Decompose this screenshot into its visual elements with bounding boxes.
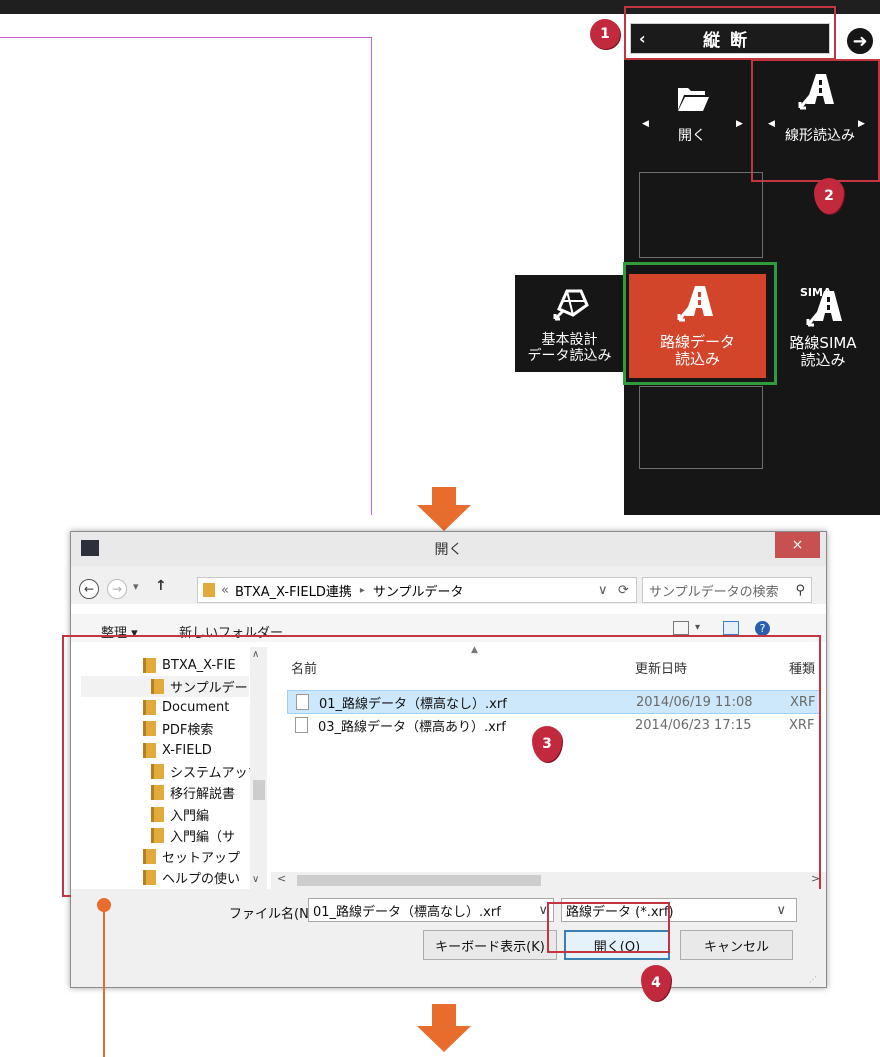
back-arrow-icon[interactable]: ← [79, 579, 99, 599]
highlight-frame-panes [62, 635, 821, 897]
folder-open-icon [678, 88, 709, 111]
callout-dot [97, 898, 111, 912]
forward-arrow-icon[interactable]: → [107, 579, 127, 599]
structure-import-icon [553, 289, 589, 321]
dialog-bottom-bar: ファイル名(N): 01_路線データ（標高なし）.xrf ∨ 路線データ (*.… [71, 889, 826, 987]
resize-grip-icon[interactable]: ⋰ [809, 975, 817, 984]
chevron-down-icon[interactable]: ∨ [776, 903, 786, 918]
route-sima-label-1: 路線SIMA [789, 334, 857, 352]
highlight-frame-step4 [547, 902, 670, 953]
search-icon: ⚲ [795, 582, 805, 598]
flow-arrow-icon [432, 1004, 456, 1026]
view-dropdown-icon[interactable]: ▾ [695, 622, 700, 633]
search-input[interactable]: サンプルデータの検索 ⚲ [642, 577, 812, 603]
preview-pane-icon[interactable] [723, 621, 739, 635]
route-sima-label-2: 読込み [800, 351, 846, 369]
step-badge-1: 1 [590, 19, 620, 49]
drawing-canvas[interactable] [0, 37, 372, 515]
highlight-frame-step1 [624, 6, 836, 60]
empty-slot [639, 386, 763, 469]
filename-label: ファイル名(N): [229, 907, 319, 922]
dialog-title: 開く [434, 542, 463, 558]
flow-arrow-head-icon [417, 505, 471, 531]
road-import-icon [806, 291, 842, 327]
cancel-button[interactable]: キャンセル [680, 930, 793, 960]
open-tile-label: 開く [678, 128, 706, 144]
keyboard-button[interactable]: キーボード表示(K) [423, 930, 557, 960]
filename-input[interactable]: 01_路線データ（標高なし）.xrf ∨ [308, 898, 554, 922]
folder-icon [203, 583, 215, 597]
address-dropdown-icon[interactable]: ∨ [598, 583, 608, 598]
arrow-right-circle-icon[interactable]: ➜ [845, 26, 875, 56]
filename-value: 01_路線データ（標高なし）.xrf [313, 904, 501, 920]
breadcrumb-item-1[interactable]: BTXA_X-FIELD連携 [235, 581, 352, 600]
breadcrumb-separator-icon[interactable]: ▸ [360, 585, 365, 596]
step-badge-4: 4 [641, 965, 671, 1001]
history-dropdown-icon[interactable]: ▾ [133, 580, 139, 593]
address-row: ← → ▾ ↑ « BTXA_X-FIELD連携 ▸ サンプルデータ ∨ ⟳ サ… [71, 566, 826, 604]
empty-slot [639, 172, 763, 258]
basic-design-label-1: 基本設計 [541, 332, 598, 348]
breadcrumb-overflow[interactable]: « [221, 583, 229, 598]
search-placeholder: サンプルデータの検索 [649, 584, 779, 600]
address-bar[interactable]: « BTXA_X-FIELD連携 ▸ サンプルデータ ∨ ⟳ [197, 577, 637, 603]
close-button[interactable]: × [775, 532, 820, 558]
route-sima-import-tile[interactable]: SIMA 路線SIMA 読込み [766, 275, 880, 375]
basic-design-import-tile[interactable]: 基本設計 データ読込み [515, 275, 624, 372]
highlight-frame-selected [623, 262, 777, 385]
up-arrow-icon[interactable]: ↑ [155, 578, 167, 594]
view-options-icon[interactable] [673, 621, 689, 635]
flow-arrow-icon [432, 487, 456, 505]
breadcrumb-item-2[interactable]: サンプルデータ [373, 581, 464, 600]
refresh-icon[interactable]: ⟳ [618, 583, 629, 598]
flow-arrow-head-icon [417, 1026, 471, 1052]
highlight-frame-step2 [751, 59, 880, 182]
callout-line [103, 905, 105, 1057]
help-icon[interactable]: ? [755, 621, 770, 636]
open-file-dialog: 開く × ← → ▾ ↑ « BTXA_X-FIELD連携 ▸ サンプルデータ … [62, 531, 827, 988]
basic-design-label-2: データ読込み [527, 348, 612, 364]
open-tile[interactable]: ◀ ▶ 開く [630, 64, 754, 164]
